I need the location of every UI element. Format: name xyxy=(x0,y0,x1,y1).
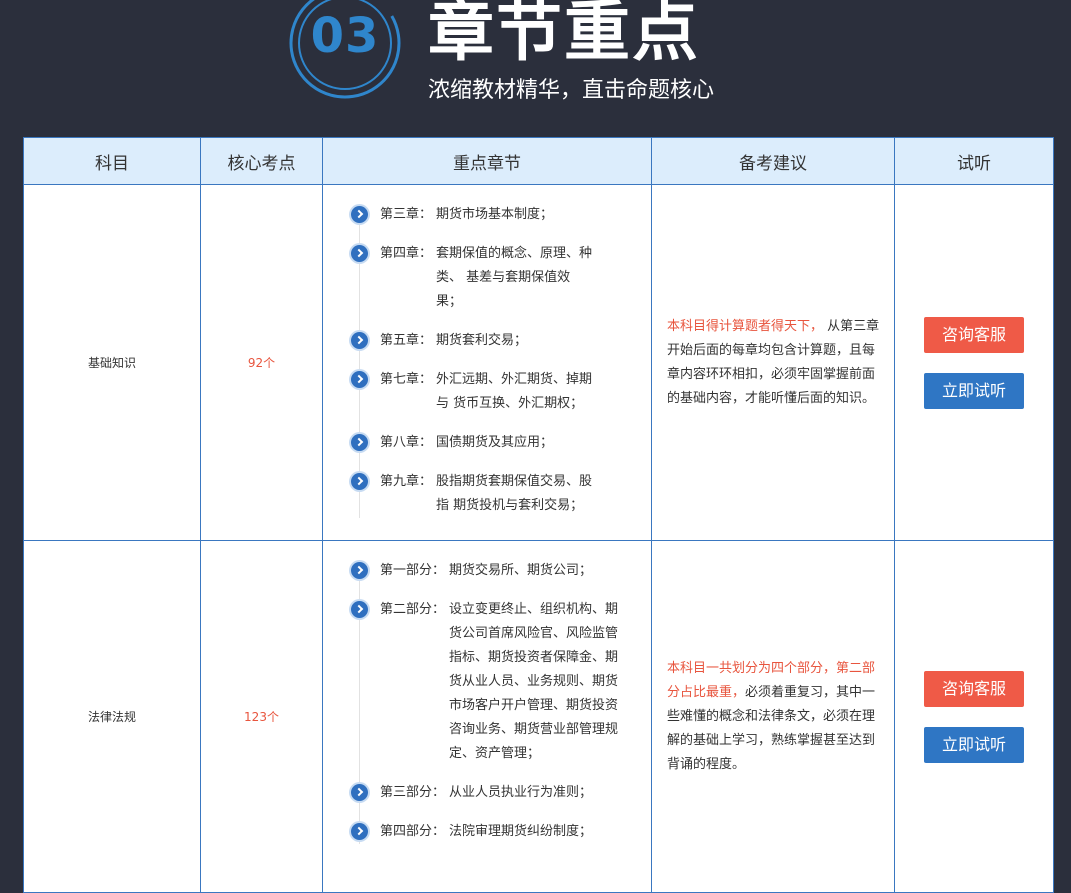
chapter-text: 期货市场基本制度； xyxy=(436,207,554,222)
chapter-label: 第二部分： xyxy=(380,602,446,617)
chapter-label: 第七章： xyxy=(380,372,433,387)
chapter-item: 第八章： 国债期货及其应用； xyxy=(351,431,631,455)
chevron-right-icon xyxy=(351,562,368,579)
advice-cell: 本科目得计算题者得天下， 从第三章开始后面的每章均包含计算题，且每章内容环环相扣… xyxy=(651,184,895,541)
chapter-text: 股指期货套期保值交易、股指 期货投机与套利交易； xyxy=(436,474,593,513)
chapter-item: 第三章： 期货市场基本制度； xyxy=(351,203,631,227)
chevron-right-icon xyxy=(351,245,368,262)
trial-listen-button[interactable]: 立即试听 xyxy=(924,726,1024,763)
chevron-right-icon xyxy=(351,206,368,223)
chapter-table: 科目 核心考点 重点章节 备考建议 试听 基础知识 92个 第三章： 期货市场基… xyxy=(23,137,1054,893)
chapter-label: 第一部分： xyxy=(380,563,446,578)
chapter-text: 法院审理期货纠纷制度； xyxy=(449,824,593,839)
chapter-item: 第九章： 股指期货套期保值交易、股指 期货投机与套利交易； xyxy=(351,470,631,518)
chapter-label: 第三章： xyxy=(380,207,433,222)
chapter-item: 第二部分： 设立变更终止、组织机构、期货公司首席风险官、风险监管指标、期货投资者… xyxy=(351,598,631,766)
chevron-right-icon xyxy=(351,473,368,490)
chapter-text: 期货交易所、期货公司； xyxy=(449,563,593,578)
section-banner: 03 章节重点 浓缩教材精华，直击命题核心 xyxy=(0,0,1071,137)
chapter-list: 第三章： 期货市场基本制度； 第四章： 套期保值的概念、原理、种类、 基差与套期… xyxy=(351,203,631,518)
chapter-item: 第四部分： 法院审理期货纠纷制度； xyxy=(351,820,631,844)
chapters-cell: 第三章： 期货市场基本制度； 第四章： 套期保值的概念、原理、种类、 基差与套期… xyxy=(322,184,652,541)
trial-listen-button[interactable]: 立即试听 xyxy=(924,372,1024,409)
chapter-list: 第一部分： 期货交易所、期货公司； 第二部分： 设立变更终止、组织机构、期货公司… xyxy=(351,559,631,844)
trial-cell: 咨询客服 立即试听 xyxy=(894,540,1054,893)
chapter-item: 第一部分： 期货交易所、期货公司； xyxy=(351,559,631,583)
table-header-row: 科目 核心考点 重点章节 备考建议 试听 xyxy=(23,137,1054,185)
chapters-cell: 第一部分： 期货交易所、期货公司； 第二部分： 设立变更终止、组织机构、期货公司… xyxy=(322,540,652,893)
section-number-badge: 03 xyxy=(288,0,402,100)
advice-highlight: 本科目得计算题者得天下， xyxy=(667,318,824,334)
chapter-label: 第九章： xyxy=(380,474,433,489)
page-subtitle: 浓缩教材精华，直击命题核心 xyxy=(428,78,715,103)
chevron-right-icon xyxy=(351,434,368,451)
chapter-text: 国债期货及其应用； xyxy=(436,435,554,450)
chapter-text: 外汇远期、外汇期货、掉期与 货币互换、外汇期权； xyxy=(436,372,593,411)
chapter-item: 第五章： 期货套利交易； xyxy=(351,329,631,353)
chapter-label: 第四部分： xyxy=(380,824,446,839)
trial-cell: 咨询客服 立即试听 xyxy=(894,184,1054,541)
column-header-core-points: 核心考点 xyxy=(200,137,323,185)
subject-cell: 法律法规 xyxy=(23,540,201,893)
table-row: 基础知识 92个 第三章： 期货市场基本制度； 第四章： 套期保值的概念、原理、… xyxy=(23,184,1054,541)
column-header-trial: 试听 xyxy=(894,137,1054,185)
badge-number: 03 xyxy=(310,8,380,64)
page-title: 章节重点 xyxy=(428,0,700,70)
consult-service-button[interactable]: 咨询客服 xyxy=(924,316,1024,353)
chapter-text: 从业人员执业行为准则； xyxy=(449,785,593,800)
chapter-label: 第八章： xyxy=(380,435,433,450)
chevron-right-icon xyxy=(351,784,368,801)
subject-cell: 基础知识 xyxy=(23,184,201,541)
consult-service-button[interactable]: 咨询客服 xyxy=(924,670,1024,707)
chapter-item: 第七章： 外汇远期、外汇期货、掉期与 货币互换、外汇期权； xyxy=(351,368,631,416)
chapter-label: 第四章： xyxy=(380,246,433,261)
advice-cell: 本科目一共划分为四个部分，第二部分占比最重，必须着重复习，其中一些难懂的概念和法… xyxy=(651,540,895,893)
chevron-right-icon xyxy=(351,601,368,618)
chapter-text: 套期保值的概念、原理、种类、 基差与套期保值效果； xyxy=(436,246,593,309)
chapter-label: 第三部分： xyxy=(380,785,446,800)
chapter-item: 第四章： 套期保值的概念、原理、种类、 基差与套期保值效果； xyxy=(351,242,631,314)
chevron-right-icon xyxy=(351,371,368,388)
chevron-right-icon xyxy=(351,332,368,349)
chevron-right-icon xyxy=(351,823,368,840)
chapter-item: 第三部分： 从业人员执业行为准则； xyxy=(351,781,631,805)
core-points-count: 123个 xyxy=(200,540,323,893)
core-points-count: 92个 xyxy=(200,184,323,541)
chapter-label: 第五章： xyxy=(380,333,433,348)
column-header-key-chapters: 重点章节 xyxy=(322,137,652,185)
column-header-advice: 备考建议 xyxy=(651,137,895,185)
table-row: 法律法规 123个 第一部分： 期货交易所、期货公司； 第二部分： 设立变更终止… xyxy=(23,540,1054,893)
chapter-text: 设立变更终止、组织机构、期货公司首席风险官、风险监管指标、期货投资者保障金、期货… xyxy=(449,602,619,761)
column-header-subject: 科目 xyxy=(23,137,201,185)
chapter-text: 期货套利交易； xyxy=(436,333,528,348)
